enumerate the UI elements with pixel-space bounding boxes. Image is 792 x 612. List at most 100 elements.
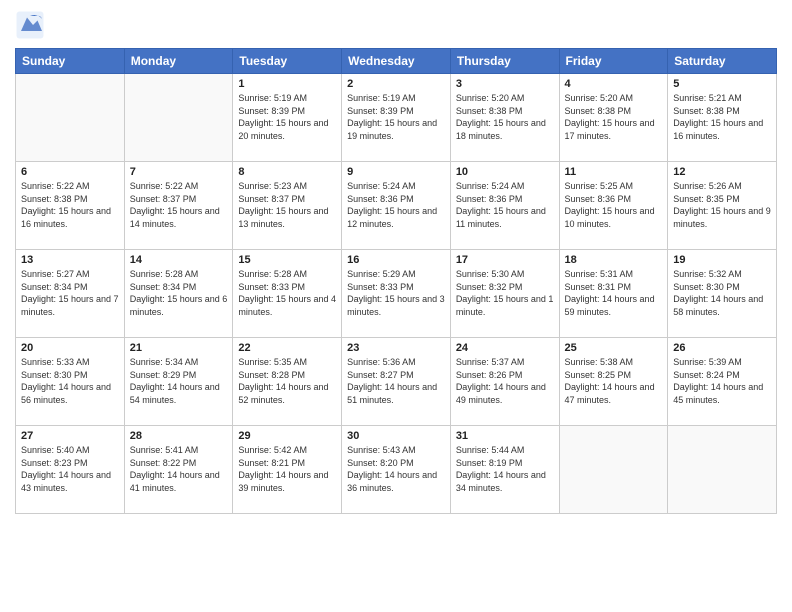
day-info: Sunrise: 5:37 AMSunset: 8:26 PMDaylight:… [456, 356, 554, 406]
day-number: 3 [456, 78, 554, 90]
weekday-header: Tuesday [233, 49, 342, 74]
calendar-day-cell: 26Sunrise: 5:39 AMSunset: 8:24 PMDayligh… [668, 338, 777, 426]
calendar-day-cell: 10 Sunrise: 5:24 AMSunset: 8:36 PMDayligh… [450, 162, 559, 250]
weekday-header: Saturday [668, 49, 777, 74]
calendar-day-cell: 14Sunrise: 5:28 AMSunset: 8:34 PMDayligh… [124, 250, 233, 338]
day-number: 6 [21, 166, 119, 178]
day-info: Sunrise: 5:40 AMSunset: 8:23 PMDaylight:… [21, 444, 119, 494]
calendar-day-cell: 7Sunrise: 5:22 AMSunset: 8:37 PMDaylight… [124, 162, 233, 250]
calendar-day-cell [124, 74, 233, 162]
calendar-day-cell: 21 Sunrise: 5:34 AMSunset: 8:29 PMDayligh… [124, 338, 233, 426]
day-info: Sunrise: 5:31 AMSunset: 8:31 PMDaylight:… [565, 268, 663, 318]
calendar-day-cell: 3Sunrise: 5:20 AMSunset: 8:38 PMDaylight… [450, 74, 559, 162]
day-number: 10 [456, 166, 554, 178]
header [15, 10, 777, 40]
day-info: Sunrise: 5:22 AMSunset: 8:38 PMDaylight:… [21, 180, 119, 230]
weekday-header: Thursday [450, 49, 559, 74]
calendar-day-cell: 28Sunrise: 5:41 AMSunset: 8:22 PMDayligh… [124, 426, 233, 514]
day-number: 25 [565, 342, 663, 354]
day-number: 30 [347, 430, 445, 442]
weekday-header: Monday [124, 49, 233, 74]
day-number: 22 [238, 342, 336, 354]
calendar-day-cell: 18 Sunrise: 5:31 AMSunset: 8:31 PMDayligh… [559, 250, 668, 338]
calendar-day-cell: 5 Sunrise: 5:21 AMSunset: 8:38 PMDaylight… [668, 74, 777, 162]
day-info: Sunrise: 5:32 AMSunset: 8:30 PMDaylight:… [673, 268, 771, 318]
calendar-week-row: 6 Sunrise: 5:22 AMSunset: 8:38 PMDaylight… [16, 162, 777, 250]
calendar-header-row: SundayMondayTuesdayWednesdayThursdayFrid… [16, 49, 777, 74]
weekday-header: Sunday [16, 49, 125, 74]
calendar-day-cell: 20Sunrise: 5:33 AMSunset: 8:30 PMDayligh… [16, 338, 125, 426]
day-info: Sunrise: 5:19 AMSunset: 8:39 PMDaylight:… [347, 92, 445, 142]
day-info: Sunrise: 5:42 AMSunset: 8:21 PMDaylight:… [238, 444, 336, 494]
calendar-day-cell: 9Sunrise: 5:24 AMSunset: 8:36 PMDaylight… [342, 162, 451, 250]
day-number: 17 [456, 254, 554, 266]
day-number: 4 [565, 78, 663, 90]
calendar-day-cell [668, 426, 777, 514]
day-number: 29 [238, 430, 336, 442]
calendar-day-cell: 31 Sunrise: 5:44 AMSunset: 8:19 PMDayligh… [450, 426, 559, 514]
day-number: 20 [21, 342, 119, 354]
calendar-day-cell: 12 Sunrise: 5:26 AMSunset: 8:35 PMDayligh… [668, 162, 777, 250]
calendar-week-row: 20Sunrise: 5:33 AMSunset: 8:30 PMDayligh… [16, 338, 777, 426]
calendar-day-cell: 15 Sunrise: 5:28 AMSunset: 8:33 PMDayligh… [233, 250, 342, 338]
calendar-week-row: 1Sunrise: 5:19 AMSunset: 8:39 PMDaylight… [16, 74, 777, 162]
day-number: 5 [673, 78, 771, 90]
calendar-day-cell: 23 Sunrise: 5:36 AMSunset: 8:27 PMDayligh… [342, 338, 451, 426]
calendar-week-row: 13Sunrise: 5:27 AMSunset: 8:34 PMDayligh… [16, 250, 777, 338]
calendar-day-cell [16, 74, 125, 162]
day-number: 15 [238, 254, 336, 266]
calendar-day-cell [559, 426, 668, 514]
day-info: Sunrise: 5:36 AMSunset: 8:27 PMDaylight:… [347, 356, 445, 406]
day-info: Sunrise: 5:21 AMSunset: 8:38 PMDaylight:… [673, 92, 771, 142]
day-number: 7 [130, 166, 228, 178]
page: SundayMondayTuesdayWednesdayThursdayFrid… [0, 0, 792, 612]
calendar-day-cell: 25 Sunrise: 5:38 AMSunset: 8:25 PMDayligh… [559, 338, 668, 426]
day-info: Sunrise: 5:44 AMSunset: 8:19 PMDaylight:… [456, 444, 554, 494]
day-info: Sunrise: 5:25 AMSunset: 8:36 PMDaylight:… [565, 180, 663, 230]
weekday-header: Wednesday [342, 49, 451, 74]
day-number: 14 [130, 254, 228, 266]
calendar-day-cell: 13Sunrise: 5:27 AMSunset: 8:34 PMDayligh… [16, 250, 125, 338]
calendar-day-cell: 17 Sunrise: 5:30 AMSunset: 8:32 PMDayligh… [450, 250, 559, 338]
calendar-day-cell: 29 Sunrise: 5:42 AMSunset: 8:21 PMDayligh… [233, 426, 342, 514]
day-number: 16 [347, 254, 445, 266]
day-number: 21 [130, 342, 228, 354]
day-number: 12 [673, 166, 771, 178]
day-info: Sunrise: 5:43 AMSunset: 8:20 PMDaylight:… [347, 444, 445, 494]
calendar-day-cell: 30 Sunrise: 5:43 AMSunset: 8:20 PMDayligh… [342, 426, 451, 514]
day-number: 27 [21, 430, 119, 442]
day-info: Sunrise: 5:34 AMSunset: 8:29 PMDaylight:… [130, 356, 228, 406]
day-number: 2 [347, 78, 445, 90]
day-info: Sunrise: 5:19 AMSunset: 8:39 PMDaylight:… [238, 92, 336, 142]
day-number: 23 [347, 342, 445, 354]
day-info: Sunrise: 5:35 AMSunset: 8:28 PMDaylight:… [238, 356, 336, 406]
day-number: 9 [347, 166, 445, 178]
day-info: Sunrise: 5:29 AMSunset: 8:33 PMDaylight:… [347, 268, 445, 318]
calendar-day-cell: 16 Sunrise: 5:29 AMSunset: 8:33 PMDayligh… [342, 250, 451, 338]
calendar-day-cell: 6 Sunrise: 5:22 AMSunset: 8:38 PMDaylight… [16, 162, 125, 250]
day-number: 18 [565, 254, 663, 266]
calendar-day-cell: 4 Sunrise: 5:20 AMSunset: 8:38 PMDaylight… [559, 74, 668, 162]
day-number: 11 [565, 166, 663, 178]
day-info: Sunrise: 5:38 AMSunset: 8:25 PMDaylight:… [565, 356, 663, 406]
calendar-day-cell: 8 Sunrise: 5:23 AMSunset: 8:37 PMDaylight… [233, 162, 342, 250]
day-info: Sunrise: 5:26 AMSunset: 8:35 PMDaylight:… [673, 180, 771, 230]
day-info: Sunrise: 5:28 AMSunset: 8:33 PMDaylight:… [238, 268, 336, 318]
day-number: 8 [238, 166, 336, 178]
day-info: Sunrise: 5:20 AMSunset: 8:38 PMDaylight:… [565, 92, 663, 142]
calendar-day-cell: 19 Sunrise: 5:32 AMSunset: 8:30 PMDayligh… [668, 250, 777, 338]
day-info: Sunrise: 5:27 AMSunset: 8:34 PMDaylight:… [21, 268, 119, 318]
logo [15, 10, 47, 40]
calendar-table: SundayMondayTuesdayWednesdayThursdayFrid… [15, 48, 777, 514]
day-number: 24 [456, 342, 554, 354]
day-info: Sunrise: 5:39 AMSunset: 8:24 PMDaylight:… [673, 356, 771, 406]
day-info: Sunrise: 5:30 AMSunset: 8:32 PMDaylight:… [456, 268, 554, 318]
day-number: 31 [456, 430, 554, 442]
calendar-day-cell: 2 Sunrise: 5:19 AMSunset: 8:39 PMDaylight… [342, 74, 451, 162]
logo-icon [15, 10, 45, 40]
day-info: Sunrise: 5:24 AMSunset: 8:36 PMDaylight:… [456, 180, 554, 230]
day-info: Sunrise: 5:23 AMSunset: 8:37 PMDaylight:… [238, 180, 336, 230]
day-number: 19 [673, 254, 771, 266]
calendar-day-cell: 1Sunrise: 5:19 AMSunset: 8:39 PMDaylight… [233, 74, 342, 162]
calendar-day-cell: 27 Sunrise: 5:40 AMSunset: 8:23 PMDayligh… [16, 426, 125, 514]
